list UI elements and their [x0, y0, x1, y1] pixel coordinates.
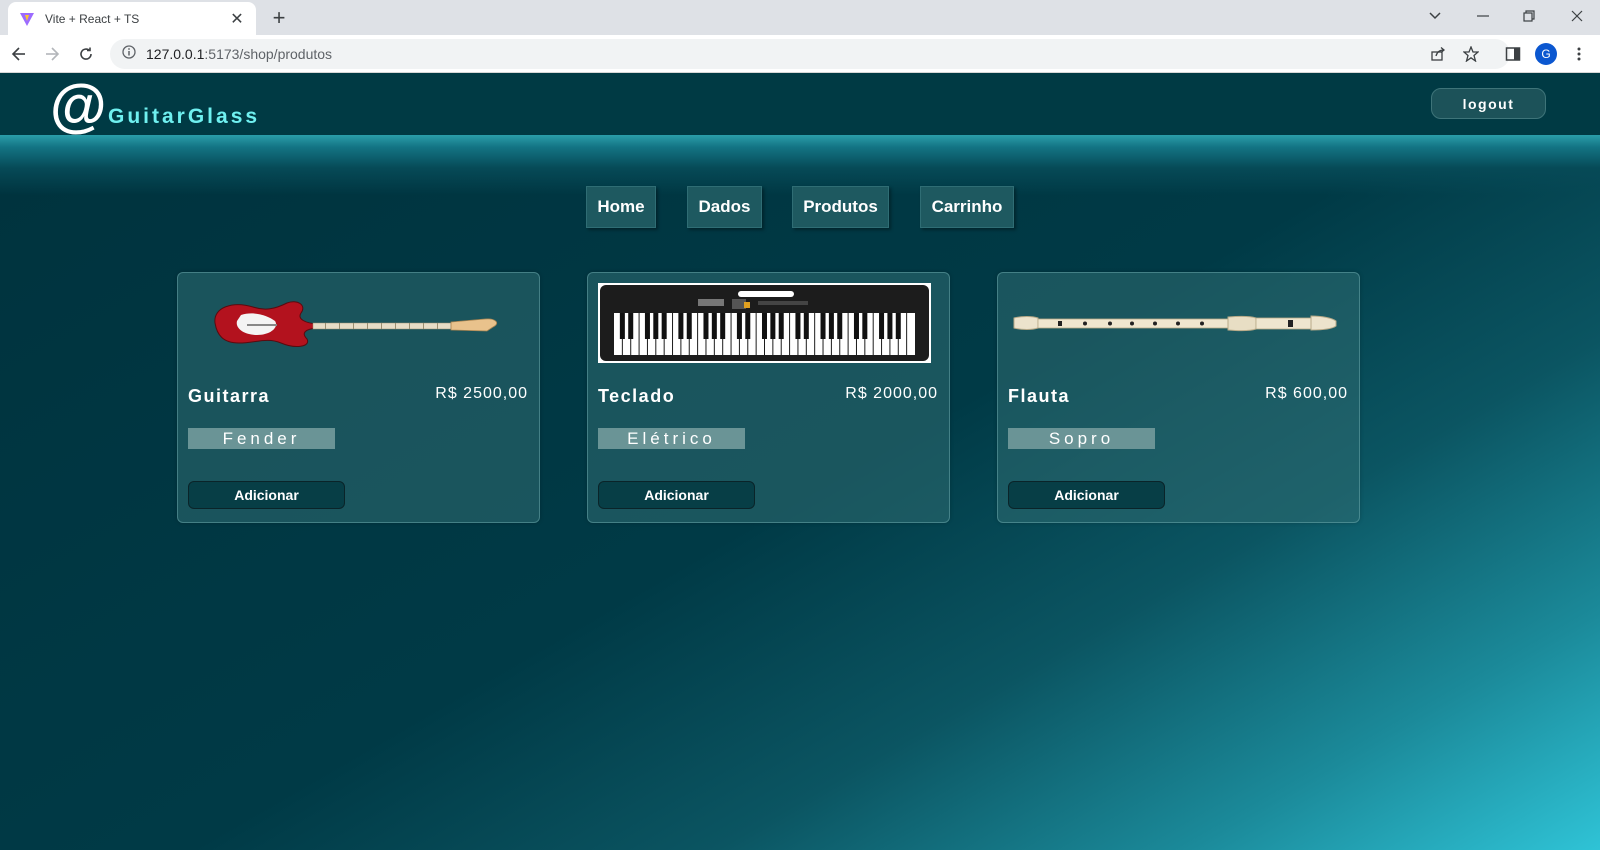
url-host: 127.0.0.1	[146, 46, 205, 62]
logout-button[interactable]: logout	[1431, 88, 1546, 119]
product-price: R$ 600,00	[1265, 385, 1348, 402]
product-card-teclado: Teclado R$ 2000,00 Elétrico Adicionar	[587, 272, 950, 523]
product-brand-badge: Sopro	[1008, 428, 1155, 449]
reload-icon[interactable]	[72, 40, 100, 68]
product-price: R$ 2000,00	[845, 385, 938, 402]
minimize-icon[interactable]	[1460, 0, 1506, 32]
nav-carrinho[interactable]: Carrinho	[920, 186, 1014, 228]
tab-title: Vite + React + TS	[45, 11, 140, 26]
profile-initial: G	[1535, 43, 1557, 65]
add-to-cart-button[interactable]: Adicionar	[188, 481, 345, 509]
close-tab-icon[interactable]: ✕	[228, 10, 246, 28]
logo-at-icon[interactable]: @	[50, 77, 107, 135]
product-name: Teclado	[598, 386, 676, 406]
browser-tab-bar: Vite + React + TS ✕ +	[0, 0, 1600, 35]
profile-avatar[interactable]: G	[1532, 40, 1560, 68]
nav-dados[interactable]: Dados	[687, 186, 762, 228]
url-text: 127.0.0.1:5173/shop/produtos	[146, 46, 332, 62]
electric-guitar-icon	[188, 283, 521, 363]
forward-icon[interactable]	[38, 40, 66, 68]
page-content: @ GuitarGlass logout Home Dados Produtos…	[0, 73, 1600, 850]
vite-favicon-icon	[18, 10, 36, 28]
menu-kebab-icon[interactable]	[1565, 40, 1593, 68]
restore-icon[interactable]	[1506, 0, 1552, 32]
product-brand-badge: Elétrico	[598, 428, 745, 449]
product-name: Flauta	[1008, 386, 1071, 406]
share-icon[interactable]	[1424, 40, 1452, 68]
address-bar[interactable]: 127.0.0.1:5173/shop/produtos	[110, 39, 1510, 69]
tab-search-icon[interactable]	[1412, 0, 1458, 32]
product-brand-badge: Fender	[188, 428, 335, 449]
url-path: :5173/shop/produtos	[204, 46, 333, 62]
side-panel-icon[interactable]	[1499, 40, 1527, 68]
add-to-cart-button[interactable]: Adicionar	[1008, 481, 1165, 509]
close-window-icon[interactable]	[1554, 0, 1600, 32]
recorder-flute-icon	[1008, 283, 1341, 363]
product-card-guitarra: Guitarra R$ 2500,00 Fender Adicionar	[177, 272, 540, 523]
back-icon[interactable]	[5, 40, 33, 68]
nav-produtos[interactable]: Produtos	[792, 186, 889, 228]
product-price: R$ 2500,00	[435, 385, 528, 402]
product-name: Guitarra	[188, 386, 271, 406]
bookmark-star-icon[interactable]	[1457, 40, 1485, 68]
add-to-cart-button[interactable]: Adicionar	[598, 481, 755, 509]
site-info-icon[interactable]	[122, 44, 136, 64]
product-card-flauta: Flauta R$ 600,00 Sopro Adicionar	[997, 272, 1360, 523]
nav-home[interactable]: Home	[586, 186, 656, 228]
new-tab-icon[interactable]: +	[266, 5, 292, 30]
browser-tab[interactable]: Vite + React + TS ✕	[8, 2, 256, 35]
browser-toolbar: 127.0.0.1:5173/shop/produtos G	[0, 35, 1600, 73]
logo-text[interactable]: GuitarGlass	[108, 105, 260, 129]
keyboard-icon	[598, 283, 931, 363]
